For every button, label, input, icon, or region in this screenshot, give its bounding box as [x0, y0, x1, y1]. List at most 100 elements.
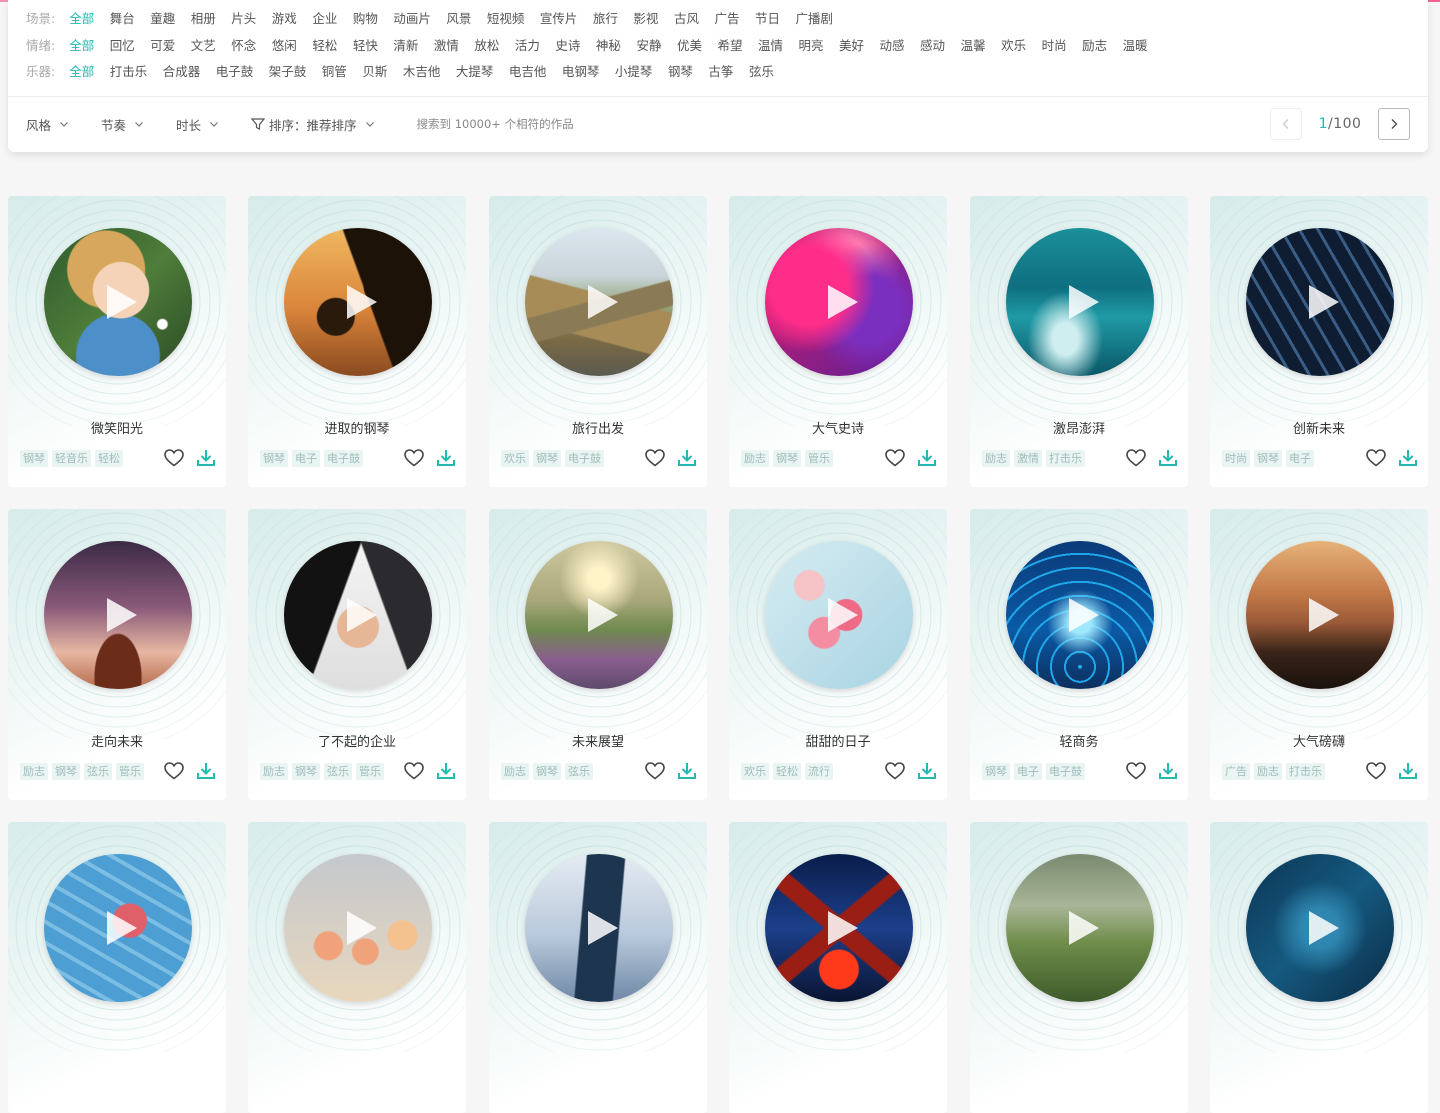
cover-image[interactable]: [284, 541, 432, 689]
genre-tag[interactable]: 打击乐: [1046, 450, 1085, 467]
music-card[interactable]: 轻商务 钢琴 电子 电子鼓: [970, 509, 1188, 800]
genre-tag[interactable]: 励志: [501, 763, 529, 780]
music-card[interactable]: 甜甜的日子 欢乐 轻松 流行: [729, 509, 947, 800]
heart-icon[interactable]: [1125, 447, 1147, 469]
music-card[interactable]: [8, 822, 226, 1113]
music-card[interactable]: 激昂澎湃 励志 激情 打击乐: [970, 196, 1188, 487]
cover-image[interactable]: [765, 228, 913, 376]
play-icon[interactable]: [347, 598, 377, 632]
cover-image[interactable]: [44, 228, 192, 376]
genre-tag[interactable]: 广告: [1222, 763, 1250, 780]
genre-tag[interactable]: 钢琴: [533, 450, 561, 467]
play-icon[interactable]: [107, 598, 137, 632]
genre-tag[interactable]: 电子: [1014, 763, 1042, 780]
filter-option[interactable]: 轻松: [312, 35, 337, 54]
heart-icon[interactable]: [1125, 760, 1147, 782]
filter-option[interactable]: 木吉他: [403, 61, 441, 80]
music-card[interactable]: 走向未来 励志 钢琴 弦乐 管乐: [8, 509, 226, 800]
filter-option[interactable]: 片头: [231, 8, 256, 27]
filter-option[interactable]: 打击乐: [110, 61, 148, 80]
filter-option[interactable]: 短视频: [487, 8, 525, 27]
download-icon[interactable]: [916, 447, 938, 469]
filter-option[interactable]: 企业: [312, 8, 337, 27]
cover-image[interactable]: [44, 541, 192, 689]
music-card[interactable]: [1210, 822, 1428, 1113]
filter-option[interactable]: 架子鼓: [269, 61, 307, 80]
play-icon[interactable]: [1309, 598, 1339, 632]
download-icon[interactable]: [1397, 760, 1419, 782]
cover-image[interactable]: [765, 541, 913, 689]
download-icon[interactable]: [435, 760, 457, 782]
rhythm-dropdown[interactable]: 节奏: [101, 115, 144, 134]
genre-tag[interactable]: 流行: [805, 763, 833, 780]
heart-icon[interactable]: [644, 447, 666, 469]
filter-option[interactable]: 史诗: [555, 35, 580, 54]
heart-icon[interactable]: [644, 760, 666, 782]
filter-option[interactable]: 电钢琴: [562, 61, 600, 80]
filter-option[interactable]: 激情: [434, 35, 459, 54]
genre-tag[interactable]: 欢乐: [741, 763, 769, 780]
track-title[interactable]: 轻商务: [970, 731, 1188, 750]
filter-option[interactable]: 影视: [633, 8, 658, 27]
filter-option[interactable]: 放松: [474, 35, 499, 54]
filter-option[interactable]: 可爱: [150, 35, 175, 54]
music-card[interactable]: 了不起的企业 励志 钢琴 弦乐 管乐: [248, 509, 466, 800]
genre-tag[interactable]: 钢琴: [260, 450, 288, 467]
track-title[interactable]: 创新未来: [1210, 418, 1428, 437]
heart-icon[interactable]: [1365, 760, 1387, 782]
genre-tag[interactable]: 欢乐: [501, 450, 529, 467]
cover-image[interactable]: [1006, 854, 1154, 1002]
filter-option[interactable]: 动感: [880, 35, 905, 54]
filter-option[interactable]: 全部: [69, 61, 94, 80]
track-title[interactable]: 走向未来: [8, 731, 226, 750]
filter-option[interactable]: 温暖: [1123, 35, 1148, 54]
filter-option[interactable]: 电子鼓: [216, 61, 254, 80]
filter-option[interactable]: 童趣: [150, 8, 175, 27]
play-icon[interactable]: [828, 911, 858, 945]
play-icon[interactable]: [588, 911, 618, 945]
download-icon[interactable]: [195, 447, 217, 469]
music-card[interactable]: [729, 822, 947, 1113]
filter-option[interactable]: 全部: [69, 35, 94, 54]
filter-option[interactable]: 合成器: [163, 61, 201, 80]
track-title[interactable]: 未来展望: [489, 731, 707, 750]
cover-image[interactable]: [525, 228, 673, 376]
filter-option[interactable]: 时尚: [1042, 35, 1067, 54]
download-icon[interactable]: [1397, 447, 1419, 469]
download-icon[interactable]: [195, 760, 217, 782]
track-title[interactable]: 微笑阳光: [8, 418, 226, 437]
track-title[interactable]: 大气史诗: [729, 418, 947, 437]
filter-option[interactable]: 悠闲: [272, 35, 297, 54]
genre-tag[interactable]: 钢琴: [52, 763, 80, 780]
track-title[interactable]: 大气磅礴: [1210, 731, 1428, 750]
filter-option[interactable]: 电吉他: [509, 61, 547, 80]
genre-tag[interactable]: 励志: [741, 450, 769, 467]
play-icon[interactable]: [588, 598, 618, 632]
genre-tag[interactable]: 励志: [1254, 763, 1282, 780]
play-icon[interactable]: [107, 911, 137, 945]
genre-tag[interactable]: 弦乐: [565, 763, 593, 780]
heart-icon[interactable]: [403, 760, 425, 782]
genre-tag[interactable]: 弦乐: [324, 763, 352, 780]
filter-option[interactable]: 励志: [1082, 35, 1107, 54]
filter-option[interactable]: 相册: [191, 8, 216, 27]
filter-option[interactable]: 宣传片: [540, 8, 578, 27]
cover-image[interactable]: [1246, 541, 1394, 689]
filter-option[interactable]: 明亮: [799, 35, 824, 54]
filter-option[interactable]: 风景: [446, 8, 471, 27]
genre-tag[interactable]: 电子鼓: [565, 450, 604, 467]
genre-tag[interactable]: 打击乐: [1286, 763, 1325, 780]
genre-tag[interactable]: 钢琴: [20, 450, 48, 467]
filter-option[interactable]: 希望: [717, 35, 742, 54]
filter-option[interactable]: 全部: [69, 8, 94, 27]
genre-tag[interactable]: 管乐: [356, 763, 384, 780]
cover-image[interactable]: [525, 854, 673, 1002]
cover-image[interactable]: [1006, 228, 1154, 376]
genre-tag[interactable]: 钢琴: [982, 763, 1010, 780]
music-card[interactable]: [489, 822, 707, 1113]
filter-option[interactable]: 美好: [839, 35, 864, 54]
play-icon[interactable]: [1069, 598, 1099, 632]
filter-option[interactable]: 轻快: [353, 35, 378, 54]
filter-option[interactable]: 古风: [674, 8, 699, 27]
filter-option[interactable]: 神秘: [596, 35, 621, 54]
